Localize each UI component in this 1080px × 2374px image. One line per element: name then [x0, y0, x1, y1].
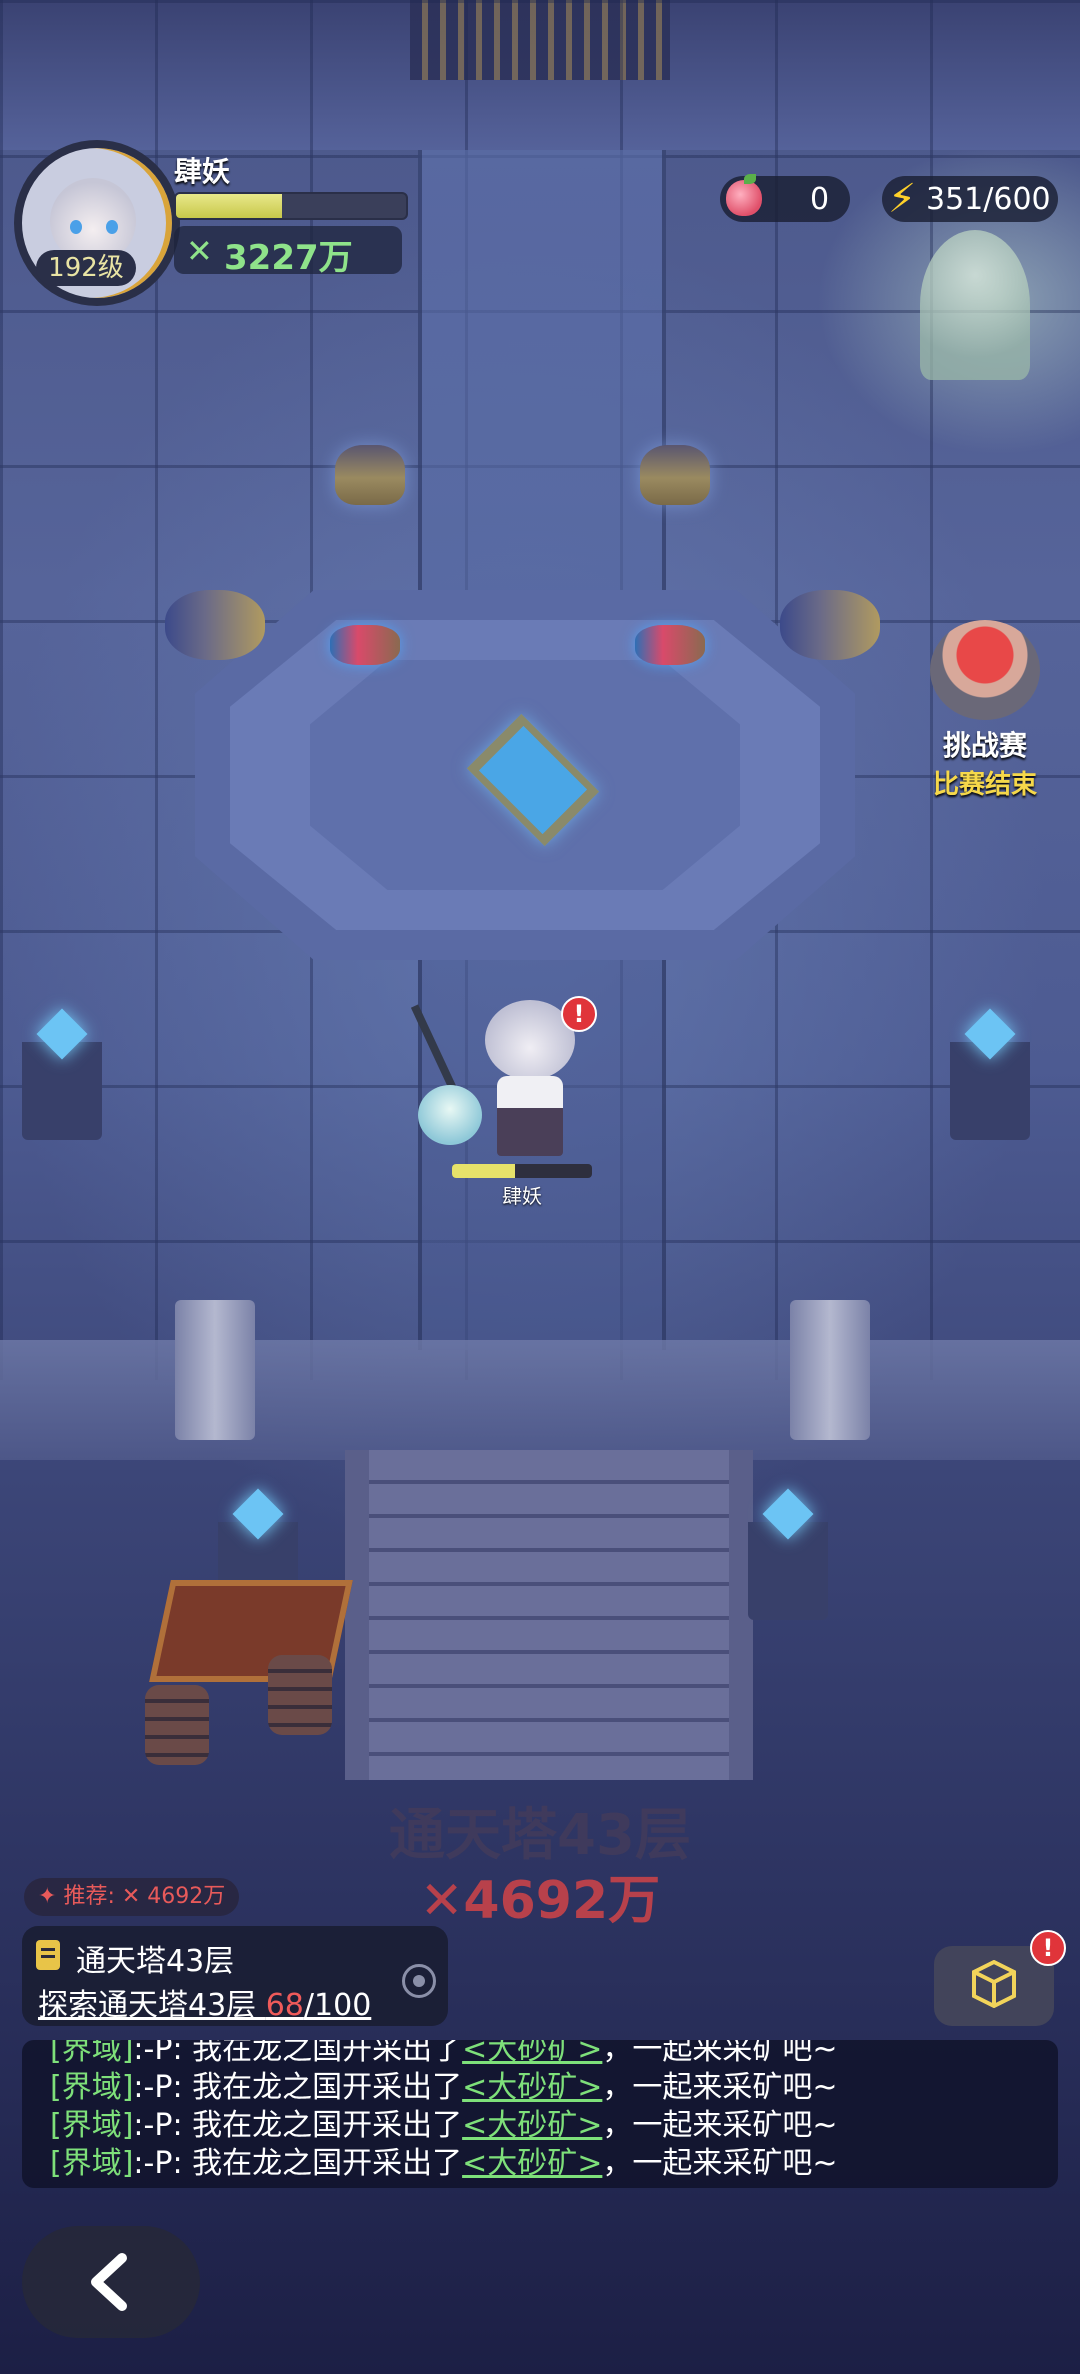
- barrel: [268, 1655, 332, 1735]
- peach-resource[interactable]: 0: [720, 174, 850, 222]
- hero-name: 肆妖: [502, 1184, 542, 1208]
- peach-icon: [726, 174, 762, 216]
- hero-alert-icon[interactable]: !: [561, 996, 597, 1032]
- gem-pouch[interactable]: [330, 625, 400, 665]
- player-power-value: 3227万: [224, 238, 353, 278]
- stamina-resource[interactable]: ⚡ 351/600: [882, 176, 1058, 222]
- combat-power-icon: ✕: [186, 232, 213, 270]
- pet-companion[interactable]: [418, 1085, 482, 1145]
- stamina-count: 351/600: [926, 182, 1051, 217]
- quest-scroll-icon: [36, 1940, 60, 1970]
- player-name: 肆妖: [174, 155, 231, 188]
- exp-bar: [174, 192, 408, 220]
- quest-progress-current: 68: [265, 1988, 304, 2023]
- quest-title: 通天塔43层: [76, 1944, 235, 1979]
- challenge-status: 比赛结束: [932, 770, 1037, 800]
- star-icon: ✦: [38, 1884, 64, 1909]
- cube-icon: [972, 1960, 1016, 2008]
- avatar-eye: [70, 220, 82, 234]
- chat-panel[interactable]: [界域]:-P: 我在龙之国开采出了<大砂矿>，一起来采矿吧~ [界域]:-P:…: [22, 2040, 1058, 2188]
- ore-sack[interactable]: [335, 445, 405, 505]
- quest-progress-total: /100: [303, 1988, 372, 2023]
- cube-alert-icon: !: [1030, 1930, 1066, 1966]
- stone-statue: [920, 230, 1030, 380]
- challenge-title: 挑战赛: [942, 729, 1027, 762]
- peach-count: 0: [810, 182, 830, 217]
- lightning-icon: ⚡: [888, 176, 917, 222]
- tipped-ore-sack[interactable]: [780, 590, 880, 660]
- barrel: [145, 1685, 209, 1765]
- level-badge: 192级: [36, 250, 136, 286]
- broken-pillar: [790, 1300, 870, 1440]
- broken-pillar: [175, 1300, 255, 1440]
- ore-sack[interactable]: [640, 445, 710, 505]
- hero-hp-fill: [452, 1164, 515, 1178]
- player-power: ✕ 3227万: [174, 226, 402, 278]
- back-arrow-icon: [91, 2253, 127, 2311]
- quest-desc-text: 探索通天塔43层: [38, 1988, 266, 2023]
- crystal-pylon: [950, 1020, 1030, 1140]
- crystal-pylon: [748, 1500, 828, 1620]
- floor-power-value: 4692万: [463, 1871, 661, 1931]
- floor-power: ✕4692万: [419, 1871, 661, 1931]
- tipped-ore-sack[interactable]: [165, 590, 265, 660]
- locate-icon[interactable]: [402, 1964, 436, 1998]
- recommended-power: ✦ 推荐: ✕ 4692万: [24, 1878, 240, 1916]
- stone-stairs: [345, 1450, 753, 1780]
- hero-body: [497, 1076, 563, 1156]
- chat-line: [界域]:-P: 我在龙之国开采出了<大砂矿>，一起来采矿吧~: [50, 2146, 838, 2181]
- crystal-pylon: [22, 1020, 102, 1140]
- combat-power-icon: ✕: [121, 1884, 148, 1909]
- challenge-event-button[interactable]: 挑战赛 比赛结束: [910, 620, 1060, 801]
- recommend-value: 4692万: [147, 1884, 226, 1909]
- quest-description[interactable]: 探索通天塔43层 68/100: [38, 1980, 371, 2024]
- challenge-icon: [930, 620, 1040, 720]
- back-button[interactable]: [22, 2226, 200, 2338]
- stone-ledge: [0, 1340, 1080, 1460]
- gem-pouch[interactable]: [635, 625, 705, 665]
- quest-tracker[interactable]: 通天塔43层 探索通天塔43层 68/100: [22, 1926, 448, 2026]
- exp-fill: [176, 194, 282, 218]
- avatar-eye: [106, 220, 118, 234]
- recommend-label: 推荐:: [63, 1884, 115, 1909]
- hero-hp-bar: [452, 1164, 592, 1178]
